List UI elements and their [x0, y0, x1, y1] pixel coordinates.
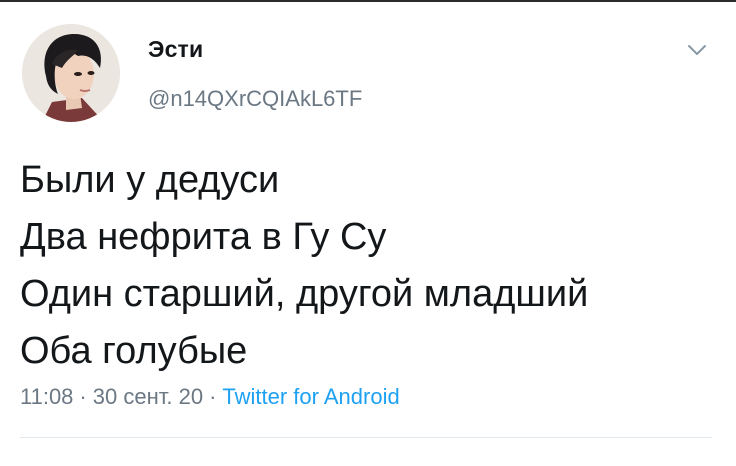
- tweet-line: Оба голубые: [20, 330, 248, 372]
- tweet-source-link[interactable]: Twitter for Android: [222, 384, 399, 409]
- avatar[interactable]: [22, 24, 120, 122]
- avatar-photo-icon: [22, 24, 120, 122]
- tweet-line: Один старший, другой младший: [20, 273, 589, 315]
- tweet-card: Эсти @n14QXrCQIAkL6TF Были у дедуси Два …: [0, 0, 736, 466]
- tweet-time[interactable]: 11:08: [20, 384, 73, 409]
- tweet-meta: 11:08 · 30 сент. 20 · Twitter for Android: [20, 384, 400, 410]
- author-handle[interactable]: @n14QXrCQIAkL6TF: [148, 86, 362, 112]
- tweet-date[interactable]: 30 сент. 20: [93, 384, 203, 409]
- meta-separator: ·: [209, 384, 217, 409]
- divider: [20, 437, 712, 438]
- chevron-down-icon[interactable]: [686, 42, 708, 58]
- tweet-line: Были у дедуси: [20, 159, 280, 201]
- tweet-line: Два нефрита в Гу Су: [20, 216, 387, 258]
- meta-separator: ·: [79, 384, 87, 409]
- tweet-text: Были у дедуси Два нефрита в Гу Су Один с…: [20, 152, 720, 380]
- author-name[interactable]: Эсти: [148, 36, 203, 63]
